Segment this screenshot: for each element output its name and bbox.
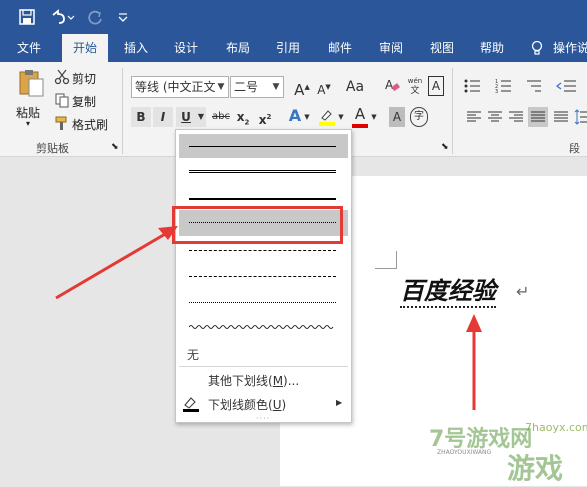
arrow-annotation (55, 226, 482, 410)
